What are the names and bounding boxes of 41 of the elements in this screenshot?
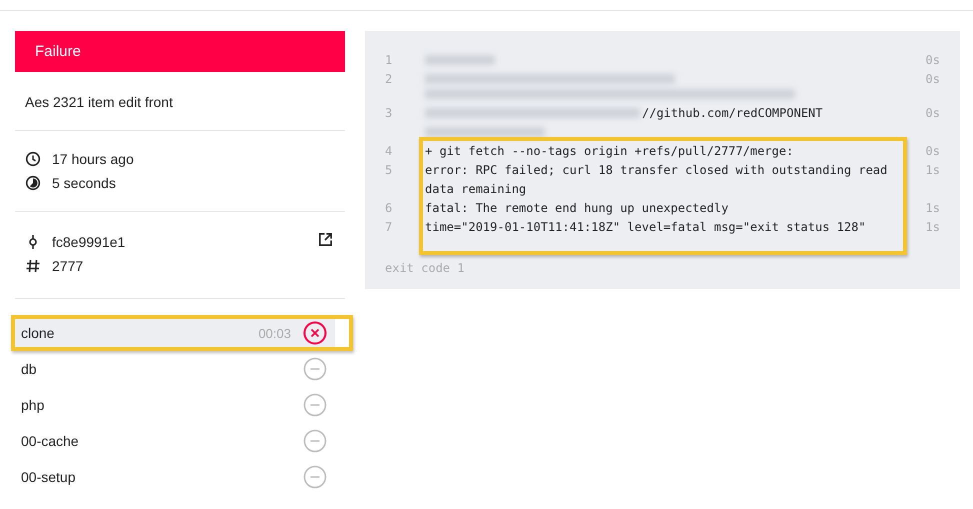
commit-message: Aes 2321 item edit front	[15, 72, 345, 131]
step-item[interactable]: php	[15, 391, 335, 419]
step-duration: 00:03	[258, 326, 291, 340]
line-number: 1	[385, 52, 394, 69]
redacted-text	[425, 55, 495, 65]
build-duration: 5 seconds	[52, 175, 116, 191]
timer-icon	[25, 175, 41, 191]
step-name: php	[21, 397, 46, 413]
pull-request-number: 2777	[52, 258, 84, 274]
line-duration: 1s	[924, 200, 940, 217]
line-duration: 0s	[924, 105, 940, 122]
step-name: 00-cache	[21, 433, 80, 449]
exit-code: exit code 1	[385, 261, 466, 275]
step-name: clone	[21, 325, 56, 341]
line-duration: 0s	[924, 71, 940, 88]
line-duration: 0s	[924, 52, 940, 69]
step-item[interactable]: clone 00:03	[15, 319, 335, 347]
line-number: 5	[385, 162, 394, 179]
step-name: 00-setup	[21, 469, 76, 485]
line-duration: 0s	[924, 143, 940, 160]
step-item[interactable]: db	[15, 355, 335, 383]
line-number: 2	[385, 71, 394, 88]
line-duration: 1s	[924, 219, 940, 236]
step-item[interactable]: 00-setup	[15, 463, 335, 491]
line-number: 3	[385, 105, 394, 122]
external-link-icon[interactable]	[318, 232, 333, 247]
clock-icon	[25, 151, 41, 167]
line-number: 6	[385, 200, 394, 217]
log-text: time="2019-01-10T11:41:18Z" level=fatal msg="exit status 128"	[425, 220, 866, 234]
log-text: + git fetch --no-tags origin +refs/pull/2777/merge:	[425, 144, 794, 158]
log-text: //github.com/redCOMPONENT	[642, 105, 823, 122]
step-name: db	[21, 361, 38, 377]
line-number: 4	[385, 143, 394, 160]
commit-hash: fc8e9991e1	[52, 234, 126, 250]
time-ago: 17 hours ago	[52, 151, 134, 167]
log-text: fatal: The remote end hung up unexpectedly	[425, 201, 728, 215]
status-banner: Failure	[15, 31, 345, 72]
line-number: 7	[385, 219, 394, 236]
step-item[interactable]: 00-cache	[15, 427, 335, 455]
hash-icon	[25, 258, 41, 274]
line-duration: 1s	[924, 162, 940, 179]
